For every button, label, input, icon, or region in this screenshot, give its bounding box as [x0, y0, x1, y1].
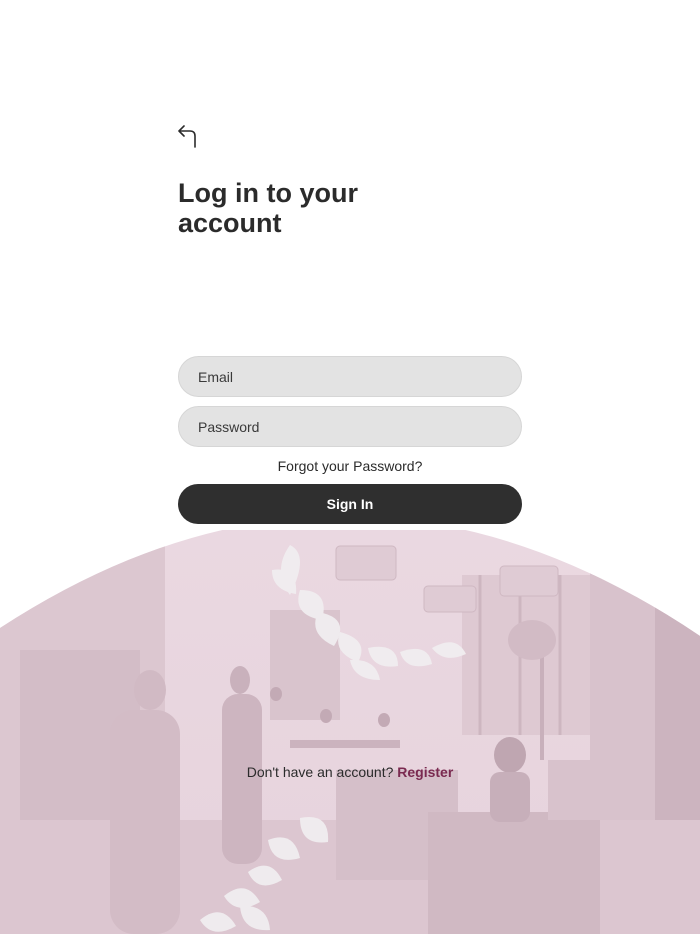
- forgot-password-link[interactable]: Forgot your Password?: [178, 458, 522, 474]
- register-link[interactable]: Register: [397, 764, 453, 780]
- register-prompt: Don't have an account? Register: [0, 764, 700, 780]
- register-prompt-text: Don't have an account?: [246, 764, 394, 780]
- back-button[interactable]: [176, 124, 198, 148]
- back-arrow-icon: [178, 125, 196, 148]
- page-title: Log in to your account: [178, 178, 358, 238]
- password-field[interactable]: [178, 406, 522, 447]
- sign-in-button[interactable]: Sign In: [178, 484, 522, 524]
- email-field[interactable]: [178, 356, 522, 397]
